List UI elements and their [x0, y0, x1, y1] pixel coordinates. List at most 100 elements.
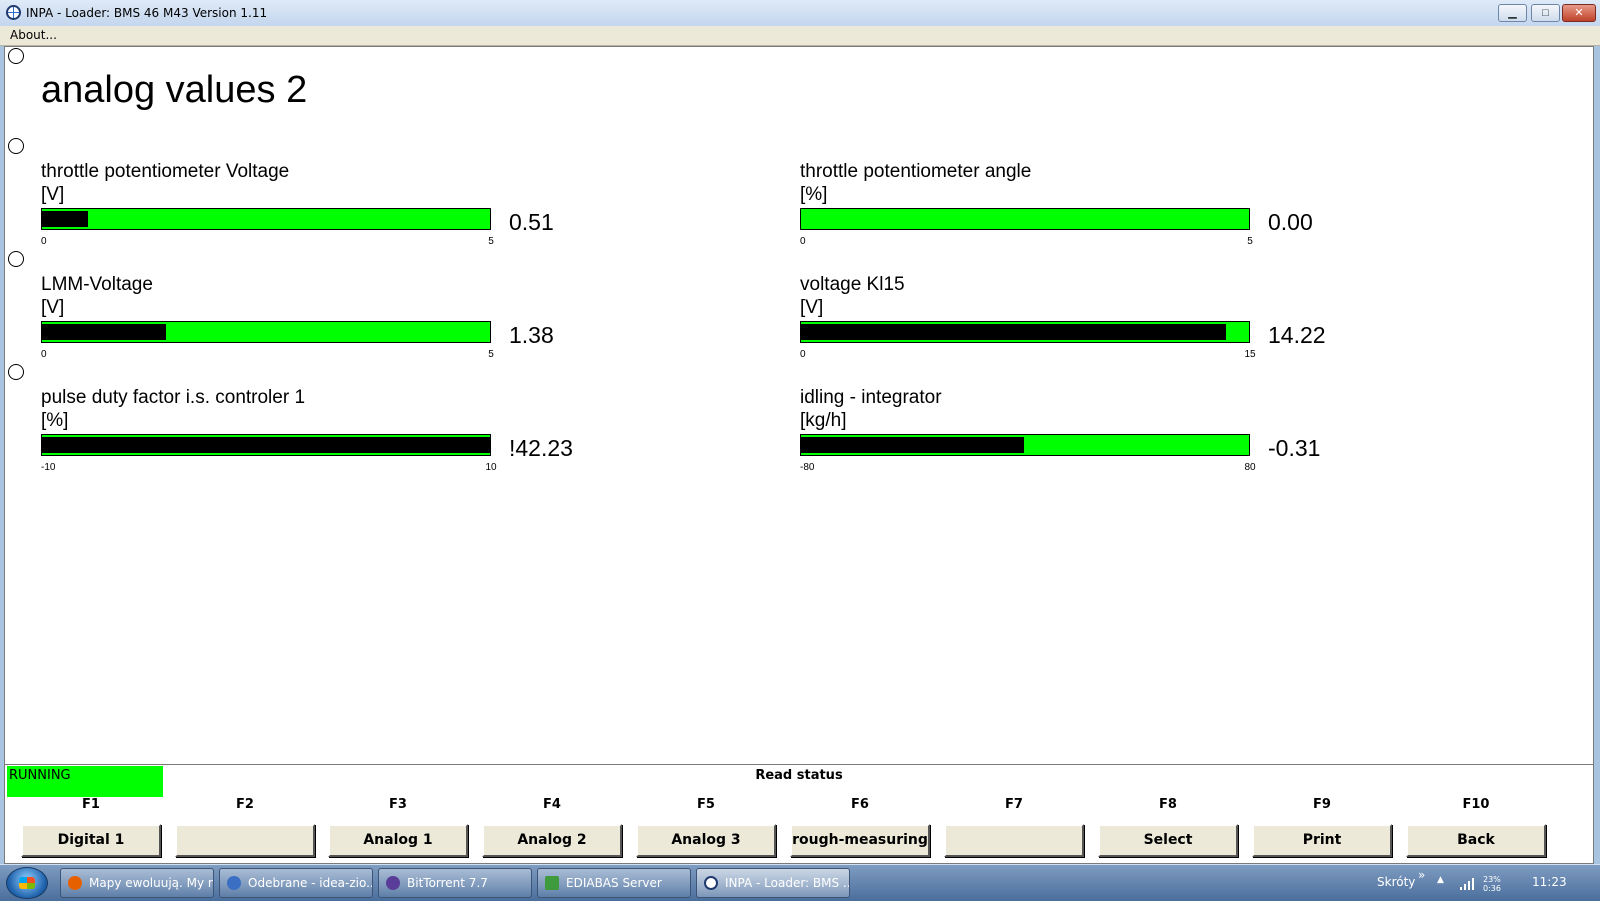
window-title: INPA - Loader: BMS 46 M43 Version 1.11: [26, 6, 268, 20]
read-status-label: Read status: [755, 768, 843, 783]
gauge-pulse-duty-factor: pulse duty factor i.s. controler 1 [%] -…: [41, 387, 601, 497]
gauge-unit: [V]: [800, 297, 824, 318]
inpa-app-icon[interactable]: [6, 5, 21, 20]
gauge-idling-integrator: idling - integrator [kg/h] -80 80 -0.31: [800, 387, 1360, 497]
gauge-label: pulse duty factor i.s. controler 1: [41, 387, 306, 408]
fkey-label-f3: F3: [389, 797, 407, 812]
gauge-min: 0: [41, 349, 47, 360]
gauge-bar: [41, 208, 491, 230]
gauge-bar: [800, 208, 1250, 230]
gauge-max: 5: [488, 236, 494, 247]
network-signal-icon[interactable]: [1460, 878, 1476, 890]
gauge-fill: [42, 324, 166, 340]
taskbar-item-label: Mapy ewoluują. My r...: [89, 876, 214, 890]
gauge-label: LMM-Voltage: [41, 274, 153, 295]
page-title: analog values 2: [41, 69, 308, 111]
gauge-min: 0: [800, 236, 806, 247]
gauge-lmm-voltage: LMM-Voltage [V] 0 5 1.38: [41, 274, 601, 384]
taskbar-item-ediabas[interactable]: EDIABAS Server: [537, 868, 691, 898]
taskbar-item-bittorrent[interactable]: BitTorrent 7.7: [378, 868, 532, 898]
select-button[interactable]: Select: [1098, 824, 1238, 857]
clock[interactable]: 11:23: [1532, 875, 1567, 889]
gauge-unit: [%]: [800, 184, 828, 205]
gauge-label: idling - integrator: [800, 387, 942, 408]
fkey-label-f4: F4: [543, 797, 561, 812]
thunderbird-icon: [227, 876, 241, 890]
fkey-label-f7: F7: [1005, 797, 1023, 812]
taskbar-item-thunderbird[interactable]: Odebrane - idea-zio...: [219, 868, 373, 898]
radio-indicator[interactable]: [8, 48, 24, 64]
shortcuts-toolbar[interactable]: Skróty: [1377, 875, 1415, 889]
gauge-min: 0: [41, 236, 47, 247]
gauge-voltage-kl15: voltage Kl15 [V] 0 15 14.22: [800, 274, 1360, 384]
gauge-min: 0: [800, 349, 806, 360]
gauge-value: 0.00: [1268, 209, 1313, 235]
gauge-throttle-voltage: throttle potentiometer Voltage [V] 0 5 0…: [41, 161, 601, 271]
gauge-min: -10: [41, 462, 56, 473]
gauge-max: 5: [488, 349, 494, 360]
gauge-max: 15: [1244, 349, 1256, 360]
taskbar-item-inpa[interactable]: INPA - Loader: BMS ...: [696, 868, 850, 898]
f7-button[interactable]: [944, 824, 1084, 857]
f2-button[interactable]: [175, 824, 315, 857]
gauge-label: throttle potentiometer angle: [800, 161, 1032, 182]
analog-2-button[interactable]: Analog 2: [482, 824, 622, 857]
title-bar[interactable]: INPA - Loader: BMS 46 M43 Version 1.11 ▁…: [0, 0, 1600, 27]
minimize-button[interactable]: ▁: [1498, 4, 1527, 22]
gauge-bar: [800, 434, 1250, 456]
fkey-label-f10: F10: [1462, 797, 1490, 812]
chevron-right-icon[interactable]: »: [1418, 868, 1425, 882]
digital-1-button[interactable]: Digital 1: [21, 824, 161, 857]
gauge-unit: [kg/h]: [800, 410, 847, 431]
client-area: analog values 2 throttle potentiometer V…: [4, 46, 1594, 864]
firefox-icon: [68, 876, 82, 890]
radio-indicator[interactable]: [8, 251, 24, 267]
close-button[interactable]: ✕: [1562, 4, 1596, 22]
rough-measuring-button[interactable]: rough-measuring: [790, 824, 930, 857]
gauge-max: 5: [1247, 236, 1253, 247]
gauge-value: 0.51: [509, 209, 554, 235]
gauge-value: !42.23: [509, 435, 573, 461]
start-button[interactable]: [6, 867, 48, 899]
analog-1-button[interactable]: Analog 1: [328, 824, 468, 857]
radio-indicator[interactable]: [8, 364, 24, 380]
maximize-button[interactable]: □: [1531, 4, 1560, 22]
gauge-fill: [801, 437, 1025, 453]
status-divider: [5, 764, 1593, 765]
fkey-label-f9: F9: [1313, 797, 1331, 812]
menu-about[interactable]: About...: [10, 28, 57, 42]
gauge-max: 10: [485, 462, 497, 473]
fkey-label-f6: F6: [851, 797, 869, 812]
fkey-label-f2: F2: [236, 797, 254, 812]
menu-bar: About...: [0, 26, 1600, 46]
analog-3-button[interactable]: Analog 3: [636, 824, 776, 857]
gauge-fill: [42, 211, 88, 227]
fkey-label-f1: F1: [82, 797, 100, 812]
battery-time[interactable]: 0:36: [1483, 884, 1501, 893]
gauge-fill: [801, 324, 1226, 340]
gauge-unit: [V]: [41, 297, 65, 318]
battery-percent[interactable]: 23%: [1483, 875, 1501, 884]
gauge-bar: [41, 434, 491, 456]
gauge-max: 80: [1244, 462, 1256, 473]
gauge-value: -0.31: [1268, 435, 1321, 461]
radio-indicator[interactable]: [8, 138, 24, 154]
print-button[interactable]: Print: [1252, 824, 1392, 857]
back-button[interactable]: Back: [1406, 824, 1546, 857]
fkey-label-f5: F5: [697, 797, 715, 812]
gauge-min: -80: [800, 462, 815, 473]
gauge-unit: [V]: [41, 184, 65, 205]
fkey-label-f8: F8: [1159, 797, 1177, 812]
taskbar-item-label: INPA - Loader: BMS ...: [725, 876, 850, 890]
tray-expand-icon[interactable]: ▲: [1437, 875, 1444, 885]
taskbar: Mapy ewoluują. My r... Odebrane - idea-z…: [0, 864, 1600, 901]
gauge-bar: [800, 321, 1250, 343]
inpa-icon: [704, 876, 718, 890]
gauge-value: 14.22: [1268, 322, 1326, 348]
gauge-throttle-angle: throttle potentiometer angle [%] 0 5 0.0…: [800, 161, 1360, 271]
taskbar-item-firefox[interactable]: Mapy ewoluują. My r...: [60, 868, 214, 898]
gauge-bar: [41, 321, 491, 343]
taskbar-item-label: Odebrane - idea-zio...: [248, 876, 373, 890]
bittorrent-icon: [386, 876, 400, 890]
gauge-label: throttle potentiometer Voltage: [41, 161, 290, 182]
